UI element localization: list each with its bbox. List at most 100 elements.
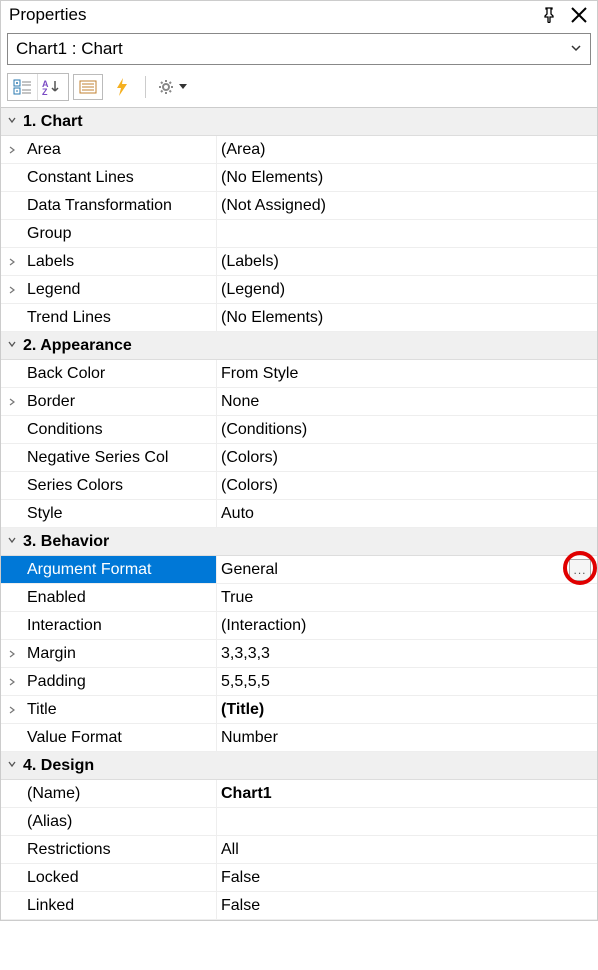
property-row[interactable]: (Alias) [1, 808, 597, 836]
property-pages-button[interactable] [73, 74, 103, 100]
property-name: Locked [23, 864, 217, 891]
category-label: 3. Behavior [23, 533, 109, 551]
expand-spacer [1, 724, 23, 751]
close-icon[interactable] [569, 5, 589, 25]
property-row[interactable]: Margin3,3,3,3 [1, 640, 597, 668]
property-name: Style [23, 500, 217, 527]
property-row[interactable]: Area(Area) [1, 136, 597, 164]
property-value[interactable]: None [217, 388, 597, 415]
property-value[interactable]: False [217, 892, 597, 919]
collapse-icon[interactable] [1, 535, 23, 548]
expand-spacer [1, 892, 23, 919]
object-selector-text: Chart1 : Chart [16, 39, 570, 59]
property-row[interactable]: Data Transformation(Not Assigned) [1, 192, 597, 220]
property-value[interactable]: True [217, 584, 597, 611]
ellipsis-button[interactable]: ... [569, 559, 591, 581]
property-row[interactable]: Back ColorFrom Style [1, 360, 597, 388]
panel-title: Properties [9, 5, 541, 25]
property-value[interactable]: Auto [217, 500, 597, 527]
property-row[interactable]: RestrictionsAll [1, 836, 597, 864]
property-value[interactable]: False [217, 864, 597, 891]
property-value[interactable] [217, 220, 597, 247]
property-value[interactable]: 5,5,5,5 [217, 668, 597, 695]
property-grid: 1. ChartArea(Area)Constant Lines(No Elem… [1, 107, 597, 920]
property-value[interactable]: (Labels) [217, 248, 597, 275]
property-row[interactable]: Value FormatNumber [1, 724, 597, 752]
property-name: Interaction [23, 612, 217, 639]
property-value[interactable]: General... [217, 556, 597, 583]
alphabetical-button[interactable]: A Z [38, 74, 68, 100]
property-value[interactable]: All [217, 836, 597, 863]
property-row[interactable]: Title(Title) [1, 696, 597, 724]
property-row[interactable]: Series Colors(Colors) [1, 472, 597, 500]
property-row[interactable]: Constant Lines(No Elements) [1, 164, 597, 192]
property-row[interactable]: BorderNone [1, 388, 597, 416]
property-row[interactable]: Conditions(Conditions) [1, 416, 597, 444]
property-row[interactable]: Argument FormatGeneral... [1, 556, 597, 584]
expand-spacer [1, 556, 23, 583]
collapse-icon[interactable] [1, 339, 23, 352]
expand-spacer [1, 192, 23, 219]
expand-spacer [1, 472, 23, 499]
property-row[interactable]: (Name)Chart1 [1, 780, 597, 808]
property-value[interactable]: (No Elements) [217, 164, 597, 191]
categorized-button[interactable] [8, 74, 38, 100]
category-header[interactable]: 2. Appearance [1, 332, 597, 360]
expand-spacer [1, 164, 23, 191]
property-row[interactable]: Negative Series Col(Colors) [1, 444, 597, 472]
property-row[interactable]: StyleAuto [1, 500, 597, 528]
property-name: Linked [23, 892, 217, 919]
property-name: Legend [23, 276, 217, 303]
property-name: Margin [23, 640, 217, 667]
property-value[interactable]: Number [217, 724, 597, 751]
property-name: Title [23, 696, 217, 723]
property-row[interactable]: Interaction(Interaction) [1, 612, 597, 640]
expand-icon[interactable] [1, 276, 23, 303]
property-row[interactable]: EnabledTrue [1, 584, 597, 612]
collapse-icon[interactable] [1, 115, 23, 128]
property-value[interactable]: Chart1 [217, 780, 597, 807]
expand-icon[interactable] [1, 640, 23, 667]
expand-icon[interactable] [1, 696, 23, 723]
property-value[interactable]: (Interaction) [217, 612, 597, 639]
property-row[interactable]: Labels(Labels) [1, 248, 597, 276]
property-value[interactable]: (Colors) [217, 444, 597, 471]
category-header[interactable]: 4. Design [1, 752, 597, 780]
expand-icon[interactable] [1, 136, 23, 163]
property-name: Constant Lines [23, 164, 217, 191]
property-name: Labels [23, 248, 217, 275]
property-name: Conditions [23, 416, 217, 443]
property-row[interactable]: LinkedFalse [1, 892, 597, 920]
titlebar: Properties [1, 1, 597, 31]
category-header[interactable]: 1. Chart [1, 108, 597, 136]
property-row[interactable]: Legend(Legend) [1, 276, 597, 304]
events-button[interactable] [107, 74, 137, 100]
expand-icon[interactable] [1, 668, 23, 695]
property-value[interactable]: (Conditions) [217, 416, 597, 443]
object-selector[interactable]: Chart1 : Chart [7, 33, 591, 65]
property-row[interactable]: Group [1, 220, 597, 248]
property-row[interactable]: LockedFalse [1, 864, 597, 892]
property-value[interactable]: (Not Assigned) [217, 192, 597, 219]
category-label: 4. Design [23, 757, 94, 775]
property-value[interactable]: (Title) [217, 696, 597, 723]
expand-icon[interactable] [1, 388, 23, 415]
property-value[interactable]: (Colors) [217, 472, 597, 499]
property-row[interactable]: Padding5,5,5,5 [1, 668, 597, 696]
property-value[interactable]: (No Elements) [217, 304, 597, 331]
svg-text:Z: Z [42, 87, 48, 96]
property-row[interactable]: Trend Lines(No Elements) [1, 304, 597, 332]
property-value[interactable] [217, 808, 597, 835]
pin-icon[interactable] [541, 7, 557, 23]
settings-button[interactable] [154, 74, 190, 100]
category-header[interactable]: 3. Behavior [1, 528, 597, 556]
property-value[interactable]: 3,3,3,3 [217, 640, 597, 667]
property-value[interactable]: From Style [217, 360, 597, 387]
property-value[interactable]: (Area) [217, 136, 597, 163]
property-value[interactable]: (Legend) [217, 276, 597, 303]
collapse-icon[interactable] [1, 759, 23, 772]
expand-icon[interactable] [1, 248, 23, 275]
property-name: Trend Lines [23, 304, 217, 331]
property-name: Negative Series Col [23, 444, 217, 471]
properties-panel: Properties Chart1 : Chart [0, 0, 598, 921]
